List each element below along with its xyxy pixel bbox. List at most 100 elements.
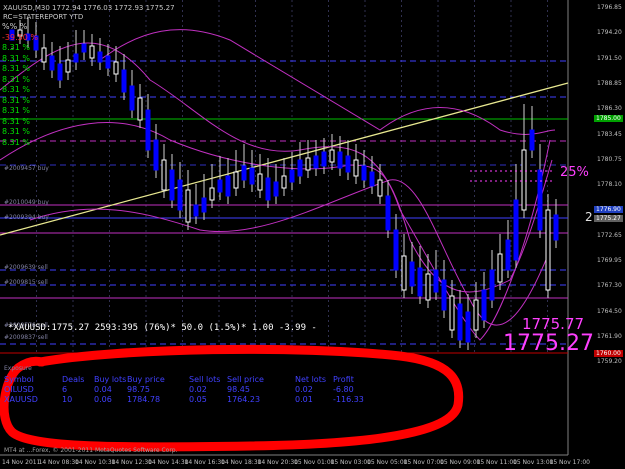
candle-body: [89, 45, 95, 59]
cell: 0.04: [94, 384, 112, 394]
candle-body: [233, 171, 239, 189]
ticker-line: *XAUUSD:1775.27 2593:395 (76%)* 50.0 (1.…: [8, 323, 317, 333]
x-axis-label: 15 Nov 01:00: [294, 459, 335, 466]
percent-row: 8.31 %: [2, 127, 30, 136]
order-label[interactable]: #2009394 buy: [4, 214, 49, 221]
y-axis-label: 1767.30: [597, 282, 622, 290]
percent-row: 8.31 %: [2, 53, 30, 63]
candle-body: [473, 299, 479, 331]
order-label[interactable]: #2009639 sell: [4, 264, 48, 271]
candle-body: [57, 63, 63, 81]
header-cell: Sell price: [227, 374, 264, 384]
candle-body: [353, 159, 359, 177]
candle-body: [449, 295, 455, 331]
candle-body: [417, 267, 423, 297]
candle-body: [201, 197, 207, 213]
candle-body: [289, 169, 295, 183]
positions-table: Symbol Deals Buy lots Buy price Sell lot…: [4, 374, 364, 404]
price-tag: 1785.00: [594, 115, 623, 122]
candle-body: [409, 261, 415, 287]
candle-body: [265, 177, 271, 201]
candle-body: [513, 199, 519, 261]
candle-body: [377, 179, 383, 197]
candle-body: [97, 51, 103, 63]
candle-body: [401, 255, 407, 291]
order-label[interactable]: #2010049 buy: [4, 199, 49, 206]
cell: XAUUSD: [4, 394, 38, 404]
cell: 98.75: [127, 384, 150, 394]
candle-body: [153, 139, 159, 171]
bollinger-band: [29, 179, 551, 326]
cell: 1784.78: [127, 394, 161, 404]
big-price-last: 1775.27: [503, 331, 594, 356]
candle-body: [241, 165, 247, 181]
candle-body: [137, 97, 143, 121]
candle-body: [145, 109, 151, 151]
order-label[interactable]: #2009457 buy: [4, 165, 49, 172]
y-axis-label: 1791.50: [597, 54, 622, 62]
x-axis-label: 15 Nov 11:00: [476, 459, 517, 466]
candle-body: [217, 179, 223, 193]
header-cell: Symbol: [4, 374, 34, 384]
percent-row: %% %: [2, 22, 28, 31]
symbol-header: XAUUSD,M30 1772.94 1776.03 1772.93 1775.…: [3, 4, 175, 12]
header-cell: Sell lots: [189, 374, 221, 384]
report-title: RC=STATEREPORT YTD: [3, 13, 84, 21]
candle-body: [193, 204, 199, 217]
candle-body: [49, 55, 55, 71]
y-axis-label: 1772.65: [597, 231, 622, 239]
header-cell: Buy lots: [94, 374, 127, 384]
candle-body: [41, 47, 47, 63]
table-row[interactable]: XAUUSD 10 0.06 1784.78 0.05 1764.23 0.01…: [4, 394, 364, 404]
candle-body: [537, 169, 543, 231]
candle-body: [465, 311, 471, 343]
order-label[interactable]: #2009815 sell: [4, 279, 48, 286]
candle-body: [425, 273, 431, 301]
candle-body: [329, 149, 335, 163]
cell: 0.02: [189, 384, 207, 394]
candle-body: [313, 155, 319, 169]
candle-body: [545, 209, 551, 291]
candle-body: [273, 181, 279, 197]
candle-body: [169, 169, 175, 201]
x-axis-label: 14 Nov 16:30: [184, 459, 225, 466]
positions-header-row: Symbol Deals Buy lots Buy price Sell lot…: [4, 374, 364, 384]
candle-body: [481, 289, 487, 321]
candle-body: [345, 155, 351, 173]
candle-body: [65, 59, 71, 73]
candle-body: [113, 61, 119, 75]
candle-body: [73, 53, 79, 63]
candle-body: [257, 173, 263, 191]
cell: 0.01: [295, 394, 313, 404]
y-axis-label: 1780.75: [597, 155, 622, 163]
candle-body: [249, 167, 255, 185]
candle-body: [81, 43, 87, 53]
candle-body: [433, 269, 439, 293]
header-cell: Deals: [62, 374, 85, 384]
y-axis-label: 1769.95: [597, 257, 622, 264]
x-axis-label: 14 Nov 12:30: [111, 459, 152, 466]
x-axis-label: 15 Nov 05:00: [367, 459, 408, 466]
candle-body: [177, 179, 183, 211]
candle-body: [297, 159, 303, 177]
candle-body: [225, 175, 231, 197]
candle-body: [321, 151, 327, 167]
percent-row: -39.50 %: [2, 32, 38, 42]
candle-body: [529, 129, 535, 151]
price-tag: 1775.27: [594, 215, 623, 222]
positions-title: Exposure: [4, 365, 32, 372]
y-axis-label: 1764.50: [597, 307, 622, 315]
order-label[interactable]: #2009837 sell: [4, 334, 48, 341]
x-axis-label: 14 Nov 08:30: [38, 459, 79, 466]
table-row[interactable]: OILUSD 6 0.04 98.75 0.02 98.45 0.02 -6.8…: [4, 384, 364, 394]
price-tag: 1776.90: [594, 206, 623, 213]
annotation-percent: 25%: [560, 165, 589, 180]
candle-body: [361, 165, 367, 181]
candle-body: [281, 175, 287, 189]
percent-row: 8.31 %: [2, 95, 30, 105]
candle-body: [161, 159, 167, 191]
cell: -6.80: [333, 384, 354, 394]
header-cell: Net lots: [295, 374, 327, 384]
bollinger-band: [0, 122, 553, 293]
candle-body: [505, 239, 511, 271]
